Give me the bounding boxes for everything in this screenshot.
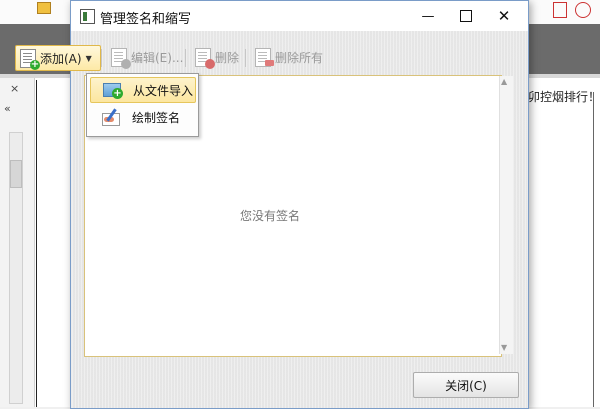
add-button[interactable]: + 添加(A) ▼ <box>15 45 101 71</box>
minimize-icon: — <box>421 8 435 24</box>
delete-all-label: 删除所有 <box>275 50 324 65</box>
close-icon: ✕ <box>497 7 511 25</box>
panel-collapse-icon[interactable]: « <box>4 103 11 114</box>
add-label: 添加(A) <box>40 51 82 66</box>
add-dropdown-menu: + 从文件导入 绘制签名 <box>86 73 199 137</box>
draw-signature-icon <box>102 108 124 126</box>
panel-scrollbar-thumb[interactable] <box>10 160 22 188</box>
app-toolbar-icon[interactable] <box>575 2 591 18</box>
document-page-edge <box>593 92 594 407</box>
close-window-button[interactable]: ✕ <box>485 1 523 31</box>
toolbar-separator <box>245 49 246 67</box>
toolbar-separator <box>101 49 102 67</box>
document-page-edge <box>36 80 37 407</box>
menu-item-draw-signature[interactable]: 绘制签名 <box>90 105 194 129</box>
document-text: 卯控烟排行！ <box>528 90 600 104</box>
app-folder-icon[interactable] <box>37 2 51 14</box>
edit-label: 编辑(E)... <box>131 50 184 65</box>
panel-close-icon[interactable]: × <box>10 82 19 95</box>
edit-button[interactable]: 编辑(E)... <box>107 45 183 69</box>
dialog-title-bar[interactable]: 管理签名和缩写 — ✕ <box>71 1 528 31</box>
menu-item-label: 从文件导入 <box>133 83 194 98</box>
scroll-down-icon[interactable]: ▼ <box>501 343 507 352</box>
dropdown-arrow-icon: ▼ <box>85 53 92 63</box>
minimize-button[interactable]: — <box>409 1 447 31</box>
delete-label: 删除 <box>215 50 240 65</box>
dialog-title: 管理签名和缩写 <box>100 12 192 27</box>
list-scrollbar[interactable] <box>499 76 513 354</box>
maximize-button[interactable] <box>447 1 485 31</box>
delete-all-document-icon <box>255 47 274 67</box>
edit-document-icon <box>111 47 131 69</box>
empty-list-message: 您没有签名 <box>240 209 301 223</box>
delete-button[interactable]: 删除 <box>191 45 239 69</box>
toolbar-separator <box>185 49 186 67</box>
menu-item-label: 绘制签名 <box>132 110 181 125</box>
dialog-app-icon <box>80 9 95 24</box>
delete-document-icon <box>195 47 215 69</box>
close-button[interactable]: 关闭(C) <box>413 372 519 398</box>
maximize-icon <box>460 10 472 22</box>
scroll-up-icon[interactable]: ▲ <box>501 77 507 86</box>
delete-all-button[interactable]: 删除所有 <box>251 45 323 69</box>
signature-toolbar: + 添加(A) ▼ 编辑(E)... 删除 删除所有 <box>13 43 444 71</box>
menu-item-import-from-file[interactable]: + 从文件导入 <box>90 77 196 103</box>
app-toolbar-icon[interactable] <box>553 2 567 18</box>
image-import-icon: + <box>103 81 125 99</box>
add-document-icon: + <box>20 48 40 70</box>
